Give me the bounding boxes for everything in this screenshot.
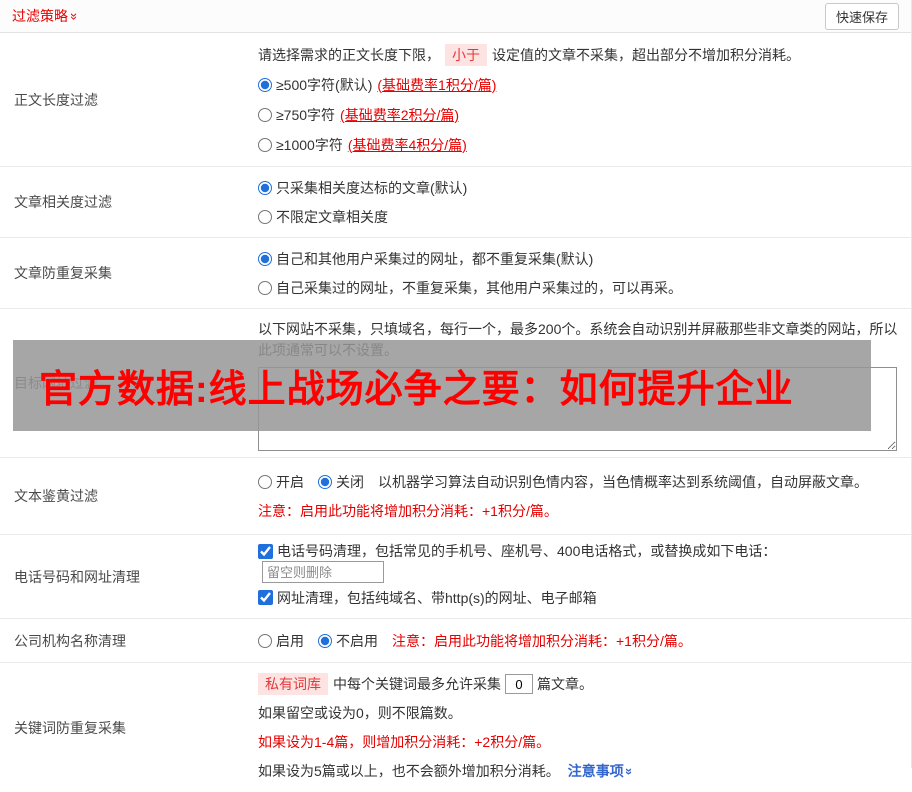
replacement-phone-input[interactable] <box>262 561 384 583</box>
fee-note: (基础费率1积分/篇) <box>377 76 497 93</box>
ad-overlay-banner: 官方数据:线上战场必争之要：如何提升企业 <box>13 340 871 431</box>
row-dedup-collection: 文章防重复采集 自己和其他用户采集过的网址，都不重复采集(默认) 自己采集过的网… <box>0 238 911 309</box>
relevance-strict-radio[interactable] <box>258 180 272 195</box>
company-clean-on-radio[interactable] <box>258 633 272 648</box>
body-length-500-radio[interactable] <box>258 77 272 92</box>
filter-strategy-page: 过滤策略 » 快速保存 正文长度过滤 请选择需求的正文长度下限， 小于 设定值的… <box>0 0 912 779</box>
row-relevance-filter: 文章相关度过滤 只采集相关度达标的文章(默认) 不限定文章相关度 <box>0 167 911 238</box>
phone-clean-checkbox[interactable] <box>258 543 273 559</box>
company-clean-warning: 注意：启用此功能将增加积分消耗：+1积分/篇。 <box>392 632 692 649</box>
row-label: 公司机构名称清理 <box>14 632 126 649</box>
row-keyword-dedup: 关键词防重复采集 私有词库 中每个关键词最多允许采集 篇文章。 如果留空或设为0… <box>0 663 911 792</box>
porn-filter-warning: 注意：启用此功能将增加积分消耗：+1积分/篇。 <box>258 502 558 519</box>
company-clean-options: 启用 不启用 注意：启用此功能将增加积分消耗：+1积分/篇。 <box>258 626 901 655</box>
row-body-length-filter: 正文长度过滤 请选择需求的正文长度下限， 小于 设定值的文章不采集，超出部分不增… <box>0 33 911 167</box>
top-bar: 过滤策略 » 快速保存 <box>0 0 911 33</box>
body-length-option: ≥750字符 (基础费率2积分/篇) <box>258 100 901 130</box>
keyword-note-unlimited: 如果留空或设为0，则不限篇数。 <box>258 705 462 721</box>
fee-note: (基础费率4积分/篇) <box>347 136 467 153</box>
relevance-option: 只采集相关度达标的文章(默认) <box>258 173 901 202</box>
dedup-option: 自己采集过的网址，不重复采集，其他用户采集过的，可以再采。 <box>258 273 901 302</box>
phone-clean-option: 电话号码清理，包括常见的手机号、座机号、400电话格式，或替换成如下电话： <box>258 541 901 583</box>
url-clean-option: 网址清理，包括纯域名、带http(s)的网址、电子邮箱 <box>258 583 901 612</box>
relevance-any-radio[interactable] <box>258 209 272 224</box>
keyword-limit-input[interactable] <box>505 674 533 694</box>
dedup-option: 自己和其他用户采集过的网址，都不重复采集(默认) <box>258 244 901 273</box>
row-label: 文本鉴黄过滤 <box>14 488 98 504</box>
ad-overlay-text: 官方数据:线上战场必争之要：如何提升企业 <box>39 369 794 411</box>
porn-off-radio[interactable] <box>318 474 332 489</box>
body-length-option: ≥1000字符 (基础费率4积分/篇) <box>258 130 901 160</box>
url-clean-checkbox[interactable] <box>258 590 273 605</box>
body-length-intro: 请选择需求的正文长度下限， 小于 设定值的文章不采集，超出部分不增加积分消耗。 <box>258 40 901 70</box>
relevance-option: 不限定文章相关度 <box>258 202 901 231</box>
body-length-1000-radio[interactable] <box>258 137 272 152</box>
porn-filter-description: 以机器学习算法自动识别色情内容，当色情概率达到系统阈值，自动屏蔽文章。 <box>378 473 868 490</box>
row-label: 正文长度过滤 <box>14 91 98 108</box>
row-label: 电话号码和网址清理 <box>14 568 140 585</box>
row-company-name-cleaning: 公司机构名称清理 启用 不启用 注意：启用此功能将增加积分消耗：+1积分/篇。 <box>0 619 911 663</box>
row-label: 关键词防重复采集 <box>14 719 126 736</box>
company-clean-off-radio[interactable] <box>318 633 332 648</box>
row-porn-filter: 文本鉴黄过滤 开启 关闭 以机器学习算法自动识别色情内容，当色情概率达到系统阈值… <box>0 458 911 535</box>
chevron-down-icon: » <box>621 767 637 775</box>
page-title-text: 过滤策略 <box>12 8 68 24</box>
porn-filter-options: 开启 关闭 以机器学习算法自动识别色情内容，当色情概率达到系统阈值，自动屏蔽文章… <box>258 467 901 496</box>
body-length-750-radio[interactable] <box>258 107 272 122</box>
keyword-limit-line: 私有词库 中每个关键词最多允许采集 篇文章。 <box>258 670 901 699</box>
fee-note: (基础费率2积分/篇) <box>340 106 460 123</box>
keyword-note-five: 如果设为5篇或以上，也不会额外增加积分消耗。 注意事项 » <box>258 761 637 781</box>
page-title[interactable]: 过滤策略 » <box>12 6 83 26</box>
dedup-global-radio[interactable] <box>258 251 272 266</box>
dedup-self-only-radio[interactable] <box>258 280 272 295</box>
body-length-option: ≥500字符(默认) (基础费率1积分/篇) <box>258 70 901 100</box>
notice-link[interactable]: 注意事项 » <box>568 761 637 781</box>
porn-on-radio[interactable] <box>258 474 272 489</box>
row-phone-url-cleaning: 电话号码和网址清理 电话号码清理，包括常见的手机号、座机号、400电话格式，或替… <box>0 535 911 619</box>
quick-save-button[interactable]: 快速保存 <box>824 2 899 30</box>
chevron-down-icon: » <box>67 12 83 20</box>
row-label: 文章防重复采集 <box>14 265 112 281</box>
keyword-note-cost: 如果设为1-4篇，则增加积分消耗：+2积分/篇。 <box>258 734 551 750</box>
less-than-highlight: 小于 <box>445 43 487 66</box>
private-lexicon-highlight: 私有词库 <box>258 673 328 695</box>
row-label: 文章相关度过滤 <box>14 194 112 210</box>
